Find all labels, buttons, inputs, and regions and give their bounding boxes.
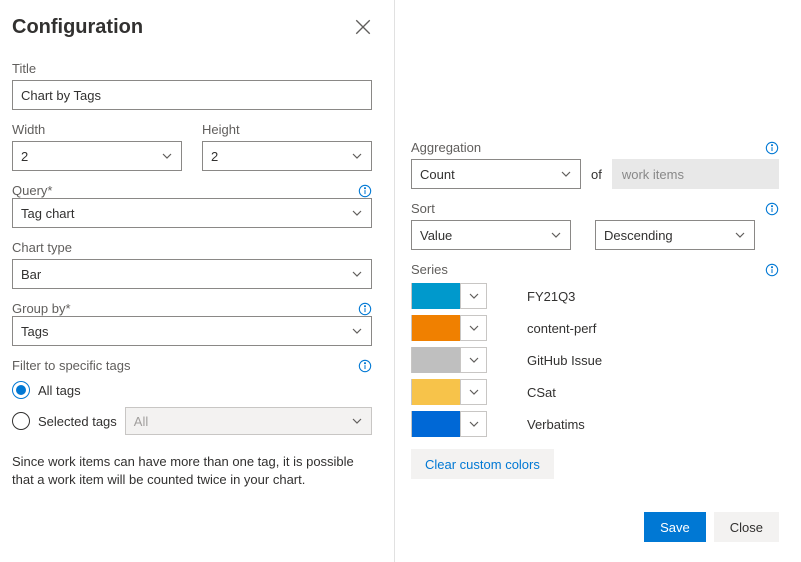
width-label: Width — [12, 122, 182, 137]
info-icon[interactable] — [765, 263, 779, 277]
filter-note: Since work items can have more than one … — [12, 453, 372, 489]
series-color-picker[interactable] — [411, 315, 487, 341]
sort-order-value: Descending — [604, 228, 673, 243]
sort-field-select[interactable]: Value — [411, 220, 571, 250]
sort-label: Sort — [411, 201, 435, 216]
series-row: GitHub Issue — [411, 347, 779, 373]
chart-type-value: Bar — [21, 267, 41, 282]
series-name: content-perf — [527, 321, 596, 336]
selected-tags-placeholder: All — [134, 414, 148, 429]
width-value: 2 — [21, 149, 28, 164]
footer-buttons: Save Close — [644, 512, 779, 542]
radio-all-tags[interactable] — [12, 381, 30, 399]
right-column: Aggregation Count of work items Sort Val… — [395, 0, 801, 562]
width-select[interactable]: 2 — [12, 141, 182, 171]
height-label: Height — [202, 122, 372, 137]
aggregation-of-text: of — [591, 167, 602, 182]
series-name: CSat — [527, 385, 556, 400]
radio-selected-tags[interactable] — [12, 412, 30, 430]
configuration-panel: Configuration Title Width 2 Height 2 — [0, 0, 801, 562]
group-by-label: Group by* — [12, 301, 71, 316]
chevron-down-icon — [351, 325, 363, 337]
group-by-value: Tags — [21, 324, 48, 339]
info-icon[interactable] — [765, 202, 779, 216]
aggregation-label: Aggregation — [411, 140, 481, 155]
series-row: CSat — [411, 379, 779, 405]
aggregation-value: Count — [420, 167, 455, 182]
chevron-down-icon — [351, 415, 363, 427]
color-swatch — [412, 283, 460, 309]
chevron-down-icon — [734, 229, 746, 241]
chevron-down-icon — [460, 411, 486, 437]
series-row: Verbatims — [411, 411, 779, 437]
chevron-down-icon — [351, 207, 363, 219]
series-name: GitHub Issue — [527, 353, 602, 368]
aggregation-of-value: work items — [622, 167, 684, 182]
close-button[interactable]: Close — [714, 512, 779, 542]
query-value: Tag chart — [21, 206, 74, 221]
page-title: Configuration — [12, 16, 372, 39]
series-name: FY21Q3 — [527, 289, 575, 304]
chevron-down-icon — [161, 150, 173, 162]
chart-type-label: Chart type — [12, 240, 372, 255]
chevron-down-icon — [550, 229, 562, 241]
chevron-down-icon — [460, 379, 486, 405]
chevron-down-icon — [351, 150, 363, 162]
color-swatch — [412, 315, 460, 341]
left-column: Configuration Title Width 2 Height 2 — [0, 0, 395, 562]
chevron-down-icon — [560, 168, 572, 180]
info-icon[interactable] — [358, 184, 372, 198]
height-value: 2 — [211, 149, 218, 164]
filter-tags-label: Filter to specific tags — [12, 358, 131, 373]
color-swatch — [412, 411, 460, 437]
series-name: Verbatims — [527, 417, 585, 432]
series-color-picker[interactable] — [411, 283, 487, 309]
color-swatch — [412, 347, 460, 373]
radio-all-tags-label: All tags — [38, 383, 81, 398]
sort-order-select[interactable]: Descending — [595, 220, 755, 250]
series-color-picker[interactable] — [411, 379, 487, 405]
chevron-down-icon — [460, 315, 486, 341]
chevron-down-icon — [351, 268, 363, 280]
query-select[interactable]: Tag chart — [12, 198, 372, 228]
series-list: FY21Q3 content-perf GitHub Issue CSat Verbat… — [411, 283, 779, 437]
series-row: content-perf — [411, 315, 779, 341]
aggregation-of-field: work items — [612, 159, 779, 189]
group-by-select[interactable]: Tags — [12, 316, 372, 346]
close-icon[interactable] — [354, 18, 372, 36]
series-color-picker[interactable] — [411, 347, 487, 373]
chart-type-select[interactable]: Bar — [12, 259, 372, 289]
color-swatch — [412, 379, 460, 405]
sort-field-value: Value — [420, 228, 452, 243]
query-label: Query* — [12, 183, 52, 198]
title-label: Title — [12, 61, 372, 76]
aggregation-select[interactable]: Count — [411, 159, 581, 189]
clear-custom-colors-button[interactable]: Clear custom colors — [411, 449, 554, 479]
save-button[interactable]: Save — [644, 512, 706, 542]
series-row: FY21Q3 — [411, 283, 779, 309]
info-icon[interactable] — [765, 141, 779, 155]
series-label: Series — [411, 262, 448, 277]
chevron-down-icon — [460, 283, 486, 309]
info-icon[interactable] — [358, 302, 372, 316]
title-input[interactable] — [12, 80, 372, 110]
height-select[interactable]: 2 — [202, 141, 372, 171]
radio-selected-tags-label: Selected tags — [38, 414, 117, 429]
info-icon[interactable] — [358, 359, 372, 373]
chevron-down-icon — [460, 347, 486, 373]
series-color-picker[interactable] — [411, 411, 487, 437]
selected-tags-select[interactable]: All — [125, 407, 372, 435]
